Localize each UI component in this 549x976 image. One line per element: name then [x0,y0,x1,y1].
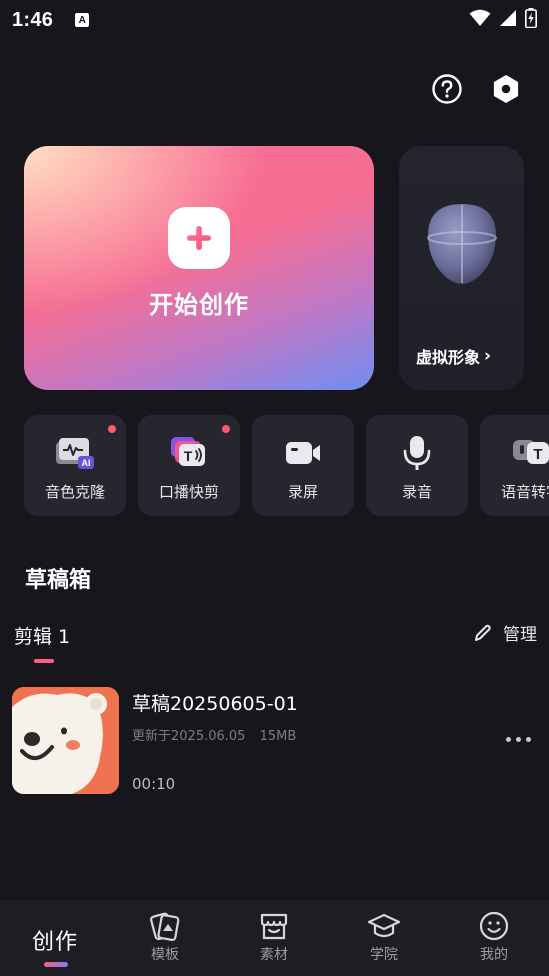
nav-academy[interactable]: 学院 [329,900,439,976]
help-icon[interactable] [430,72,464,106]
store-icon [258,910,290,942]
tab-edit[interactable]: 剪辑 1 [14,622,70,649]
wifi-icon [469,9,491,26]
nav-templates-label: 模板 [151,947,179,963]
drafts-title: 草稿箱 [25,568,92,593]
more-options-icon[interactable] [506,737,531,742]
tools-row: AI 音色克隆 T 口播快剪 录屏 录音 T 语音转 [0,415,549,516]
draft-size: 15MB [259,729,297,744]
nav-academy-label: 学院 [370,947,398,963]
draft-meta: 更新于2025.06.05 15MB [132,725,306,744]
chevron-right-icon: › [484,346,492,366]
signal-icon [500,10,516,26]
graduation-cap-icon [367,910,401,942]
svg-text:AI: AI [82,458,91,468]
plus-icon [168,206,230,269]
nav-profile[interactable]: 我的 [439,900,549,976]
nav-active-indicator [44,962,68,967]
notification-icon: A [75,13,90,27]
tool-label: 口播快剪 [158,483,219,501]
svg-text:T: T [533,446,542,463]
battery-icon [525,8,537,28]
status-indicators [469,8,537,28]
draft-thumbnail[interactable] [12,687,119,794]
start-creation-card[interactable]: 开始创作 [24,146,374,390]
draft-title[interactable]: 草稿20250605-01 [132,689,298,716]
camera-icon [283,433,323,473]
start-creation-label: 开始创作 [149,290,249,319]
tool-screen-record[interactable]: 录屏 [252,415,354,516]
tool-label: 录屏 [287,483,318,501]
nav-templates[interactable]: 模板 [110,900,220,976]
nav-profile-label: 我的 [480,947,508,963]
tool-label: 音色克隆 [44,483,105,501]
manage-button[interactable]: 管理 [473,620,537,645]
voice-clone-icon: AI [55,433,95,473]
tool-speech-edit[interactable]: T 口播快剪 [138,415,240,516]
virtual-avatar-label: 虚拟形象 › [416,344,491,368]
new-badge [108,425,116,433]
smiley-icon [478,910,510,942]
nav-create-label: 创作 [31,930,78,955]
virtual-avatar-card[interactable]: 虚拟形象 › [399,146,524,390]
svg-text:T: T [184,448,193,464]
tool-label: 语音转字 [500,483,549,501]
tool-voice-clone[interactable]: AI 音色克隆 [24,415,126,516]
nav-materials-label: 素材 [260,947,288,963]
nav-materials[interactable]: 素材 [219,900,329,976]
status-bar: 1:46 A [0,0,549,40]
speech-to-text-icon: T [511,433,549,473]
avatar-mask-icon [427,204,497,284]
status-time: 1:46 [12,8,54,31]
settings-icon[interactable] [489,72,523,106]
tool-speech-to-text[interactable]: T 语音转字 [480,415,549,516]
new-badge [222,425,230,433]
draft-updated: 更新于2025.06.05 [132,729,246,744]
virtual-avatar-text: 虚拟形象 [416,348,481,367]
manage-label: 管理 [503,625,537,645]
bottom-nav: 创作 模板 素材 学院 我的 [0,900,549,976]
pencil-icon [475,624,491,641]
tool-audio-record[interactable]: 录音 [366,415,468,516]
microphone-icon [397,433,437,473]
template-cards-icon [149,910,181,942]
speech-edit-icon: T [169,433,209,473]
draft-duration: 00:10 [132,775,176,793]
bear-thumbnail-image [12,687,119,794]
tab-indicator [34,659,54,663]
tool-label: 录音 [401,483,432,501]
